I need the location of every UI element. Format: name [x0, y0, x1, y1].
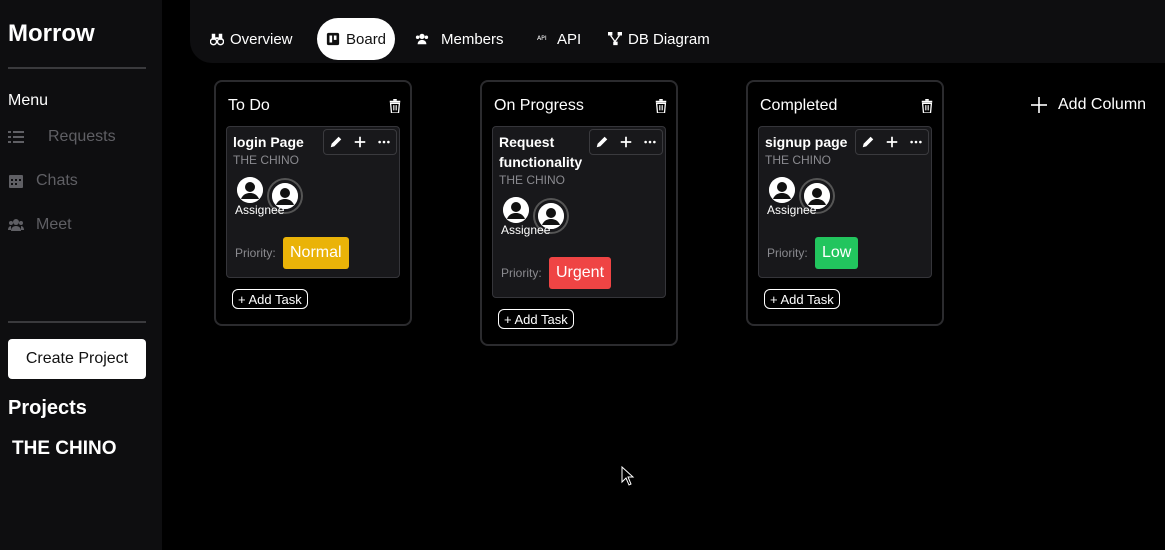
sidebar-item-requests[interactable]: Requests — [8, 128, 116, 146]
add-task-button[interactable]: + Add Task — [232, 289, 308, 309]
trash-icon[interactable] — [654, 99, 668, 113]
board-column-todo: To Do login Page THE CHINO Assignee Prio… — [214, 80, 412, 326]
more-icon[interactable] — [377, 135, 391, 149]
svg-text:API: API — [537, 35, 547, 42]
tab-label: Members — [441, 30, 504, 48]
tab-api[interactable]: API API — [537, 18, 581, 60]
brand-title: Morrow — [8, 20, 95, 47]
diagram-icon — [608, 32, 622, 46]
task-card[interactable]: Request functionality THE CHINO Assignee… — [492, 126, 666, 298]
tab-label: DB Diagram — [628, 30, 710, 48]
priority-badge: Urgent — [549, 257, 612, 289]
tab-bar: Overview Board Members API API DB Diagra… — [190, 0, 1165, 63]
task-project: THE CHINO — [233, 153, 299, 167]
assignee-label: Assignee — [767, 203, 817, 217]
board-icon — [326, 32, 340, 46]
assignee-label: Assignee — [235, 203, 285, 217]
column-title: To Do — [228, 97, 270, 114]
tab-db-diagram[interactable]: DB Diagram — [608, 18, 710, 60]
tab-label: Overview — [230, 30, 293, 48]
add-task-button[interactable]: + Add Task — [498, 309, 574, 329]
create-project-button[interactable]: Create Project — [8, 339, 146, 379]
binoculars-icon — [210, 33, 224, 46]
users-icon — [8, 219, 24, 231]
trash-icon[interactable] — [388, 99, 402, 113]
users-icon — [415, 33, 429, 45]
calendar-icon — [9, 175, 23, 188]
divider — [8, 321, 146, 323]
task-card[interactable]: login Page THE CHINO Assignee Priority: … — [226, 126, 400, 278]
add-column-button[interactable]: Add Column — [1030, 96, 1146, 114]
column-title: Completed — [760, 97, 838, 114]
plus-icon[interactable] — [353, 135, 367, 149]
list-icon — [8, 131, 24, 143]
board-column-completed: Completed signup page THE CHINO Assignee… — [746, 80, 944, 326]
tab-board[interactable]: Board — [317, 18, 396, 60]
plus-icon[interactable] — [885, 135, 899, 149]
sidebar: Morrow Menu Requests Chats Meet Create P… — [0, 0, 162, 550]
plus-icon — [1031, 97, 1047, 113]
priority-label: Priority: — [767, 246, 808, 260]
task-toolbar — [855, 129, 929, 155]
edit-icon[interactable] — [595, 135, 609, 149]
assignee-label: Assignee — [501, 223, 551, 237]
trash-icon[interactable] — [920, 99, 934, 113]
priority-badge: Low — [815, 237, 859, 269]
priority-label: Priority: — [501, 266, 542, 280]
avatar-icon — [237, 177, 263, 203]
mouse-cursor-icon — [621, 466, 635, 486]
priority-badge: Normal — [283, 237, 349, 269]
tab-label: API — [557, 30, 582, 48]
divider — [8, 67, 146, 69]
add-column-label: Add Column — [1058, 96, 1147, 113]
sidebar-item-meet[interactable]: Meet — [8, 216, 72, 234]
priority-label: Priority: — [235, 246, 276, 260]
task-toolbar — [323, 129, 397, 155]
task-toolbar — [589, 129, 663, 155]
edit-icon[interactable] — [329, 135, 343, 149]
sidebar-item-chats[interactable]: Chats — [8, 172, 78, 190]
sidebar-item-label: Requests — [48, 128, 116, 145]
project-item[interactable]: THE CHINO — [12, 438, 117, 460]
edit-icon[interactable] — [861, 135, 875, 149]
tab-label: Board — [346, 30, 387, 48]
projects-title: Projects — [8, 397, 87, 419]
api-icon: API — [537, 35, 547, 42]
task-card[interactable]: signup page THE CHINO Assignee Priority:… — [758, 126, 932, 278]
add-task-button[interactable]: + Add Task — [764, 289, 840, 309]
task-project: THE CHINO — [765, 153, 831, 167]
menu-label: Menu — [8, 92, 49, 109]
tab-overview[interactable]: Overview — [210, 18, 293, 60]
more-icon[interactable] — [643, 135, 657, 149]
sidebar-item-label: Chats — [36, 172, 78, 189]
board-column-on-progress: On Progress Request functionality THE CH… — [480, 80, 678, 346]
task-title: signup page — [765, 134, 848, 150]
sidebar-item-label: Meet — [36, 216, 72, 233]
avatar-icon — [503, 197, 529, 223]
task-title: Request functionality — [499, 134, 583, 170]
task-title: login Page — [233, 134, 304, 150]
column-title: On Progress — [494, 97, 584, 114]
more-icon[interactable] — [909, 135, 923, 149]
avatar-icon — [769, 177, 795, 203]
plus-icon[interactable] — [619, 135, 633, 149]
tab-members[interactable]: Members — [415, 18, 504, 60]
task-project: THE CHINO — [499, 173, 565, 187]
